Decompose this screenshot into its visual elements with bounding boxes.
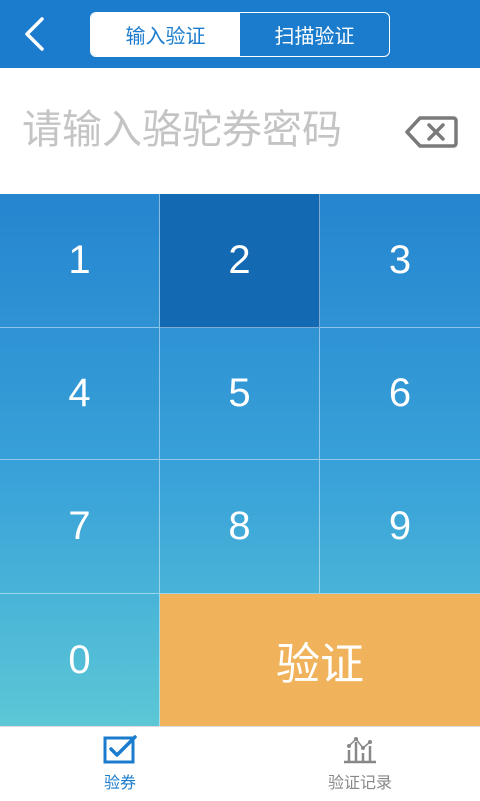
tab-scan-verify[interactable]: 扫描验证: [240, 13, 389, 56]
checkbox-icon: [103, 735, 137, 764]
nav-item-verify-coupon[interactable]: 验券: [0, 727, 240, 801]
key-8[interactable]: 8: [160, 460, 320, 594]
top-bar: 输入验证 扫描验证: [0, 0, 480, 68]
coupon-code-input[interactable]: [22, 98, 392, 162]
key-0[interactable]: 0: [0, 594, 160, 726]
number-keypad: 1 2 3 4 5 6 7 8 9 0 验证: [0, 194, 480, 726]
key-7[interactable]: 7: [0, 460, 160, 594]
back-button[interactable]: [14, 14, 54, 54]
chart-icon: [344, 737, 376, 764]
backspace-button[interactable]: [402, 112, 460, 152]
code-input-area: [0, 68, 480, 194]
bottom-navigation: 验券 验证记录: [0, 726, 480, 800]
key-6[interactable]: 6: [320, 328, 480, 460]
verify-button[interactable]: 验证: [160, 594, 480, 726]
nav-item-verify-records[interactable]: 验证记录: [240, 727, 480, 801]
key-4[interactable]: 4: [0, 328, 160, 460]
key-3[interactable]: 3: [320, 194, 480, 328]
nav-label-verify-coupon: 验券: [103, 773, 136, 792]
key-1[interactable]: 1: [0, 194, 160, 328]
backspace-icon: [405, 116, 458, 148]
chevron-left-icon: [25, 17, 44, 51]
tab-input-verify[interactable]: 输入验证: [91, 13, 240, 56]
key-5[interactable]: 5: [160, 328, 320, 460]
verify-mode-switch: 输入验证 扫描验证: [90, 12, 390, 57]
nav-label-verify-records: 验证记录: [327, 773, 392, 792]
key-2[interactable]: 2: [160, 194, 320, 328]
key-9[interactable]: 9: [320, 460, 480, 594]
